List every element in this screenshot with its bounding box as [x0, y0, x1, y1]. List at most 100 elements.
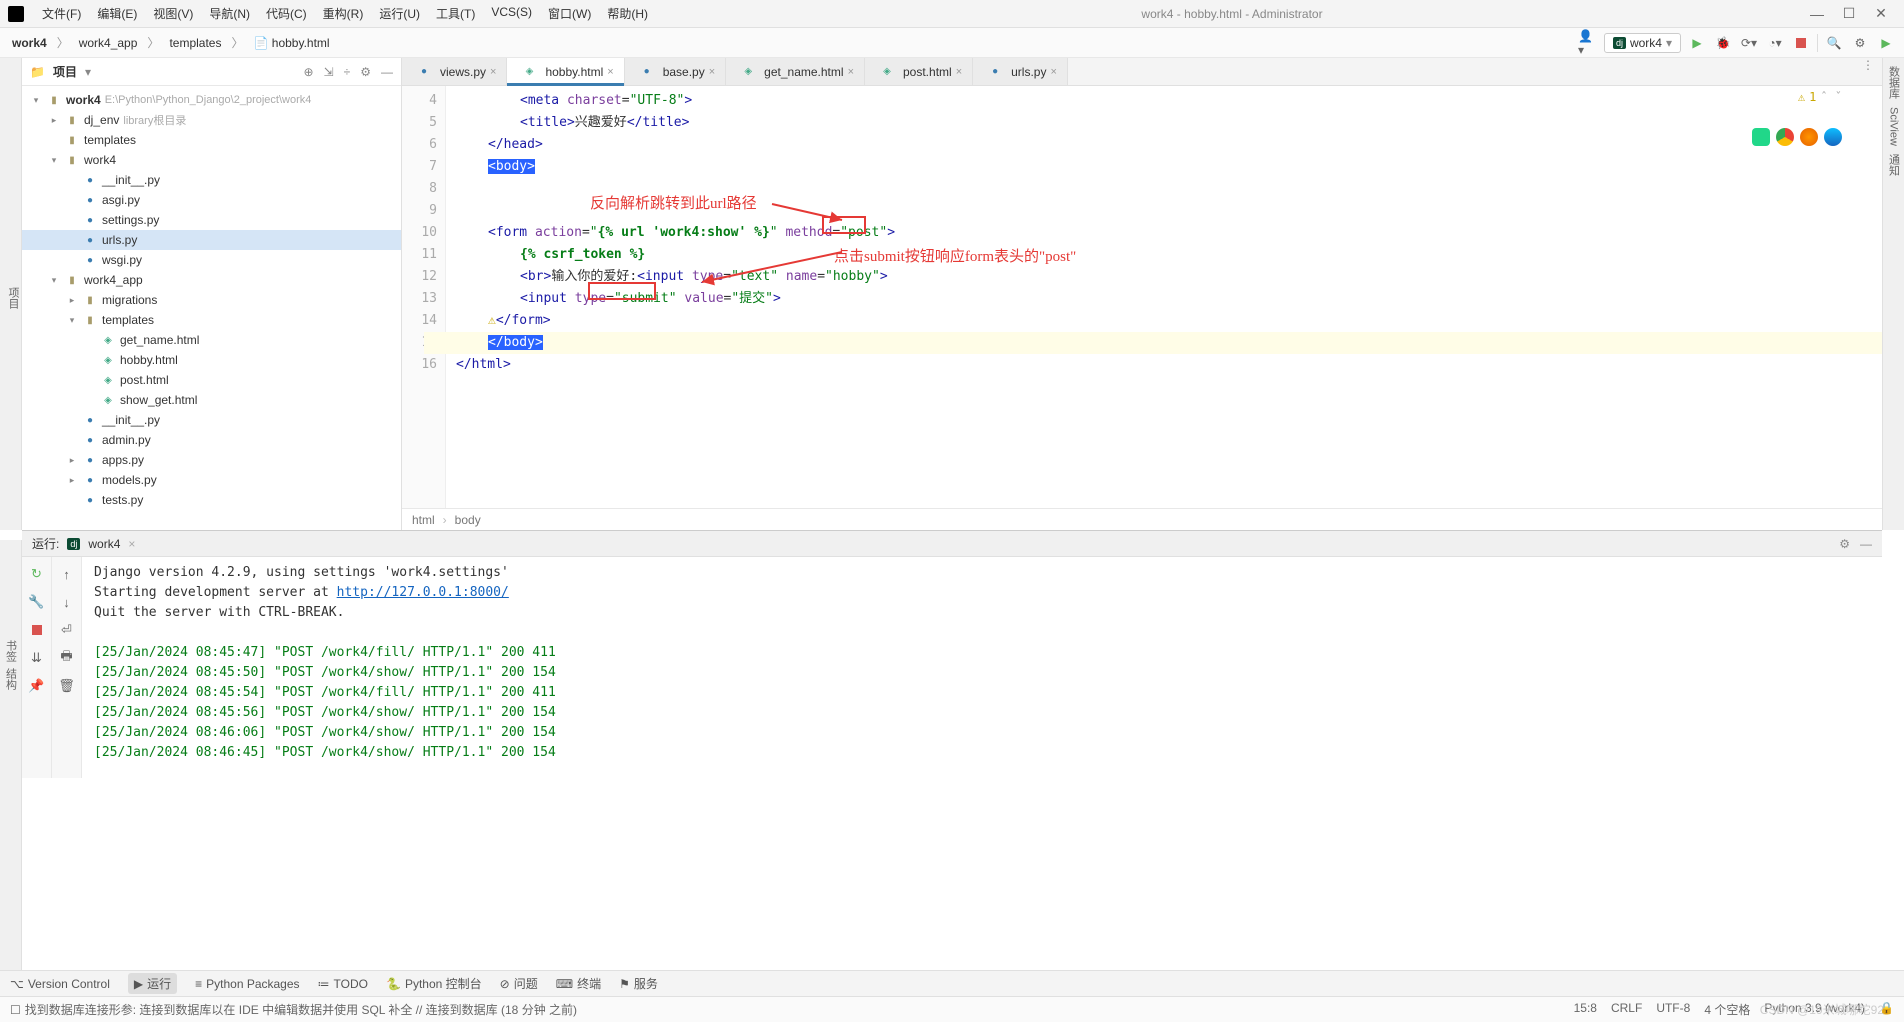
run-pin-button[interactable]: 📌 — [28, 677, 46, 695]
code-editor[interactable]: 45678910111213141516 <meta charset="UTF-… — [402, 86, 1882, 508]
tree-item[interactable]: ▸●apps.py — [22, 450, 401, 470]
bottom-tool-item[interactable]: ⚑ 服务 — [619, 975, 658, 992]
tree-item[interactable]: ●admin.py — [22, 430, 401, 450]
expand-icon[interactable]: ▸ — [48, 115, 60, 126]
project-tree[interactable]: ▾▮work4E:\Python\Python_Django\2_project… — [22, 86, 401, 530]
expand-icon[interactable]: ▾ — [48, 155, 60, 166]
ide-icon[interactable]: ▶ — [1876, 33, 1896, 53]
user-icon[interactable]: 👤▾ — [1578, 33, 1598, 53]
menu-item[interactable]: 帮助(H) — [601, 3, 654, 24]
right-tool-strip[interactable]: 数据库 SciView 通知 — [1882, 58, 1904, 530]
debug-button[interactable]: 🐞 — [1713, 33, 1733, 53]
server-url-link[interactable]: http://127.0.0.1:8000/ — [337, 585, 509, 600]
run-layout-button[interactable]: ⇊ — [28, 649, 46, 667]
console-output[interactable]: Django version 4.2.9, using settings 'wo… — [82, 557, 1882, 778]
status-item[interactable]: UTF-8 — [1656, 1001, 1690, 1018]
bottom-tool-item[interactable]: ▶ 运行 — [128, 973, 177, 994]
close-tab-icon[interactable]: × — [848, 66, 854, 78]
editor-tab[interactable]: ●views.py× — [402, 58, 507, 85]
right-strip-database[interactable]: 数据库 — [1886, 66, 1902, 99]
expand-icon[interactable]: ▾ — [66, 315, 78, 326]
tree-item[interactable]: ●asgi.py — [22, 190, 401, 210]
print-button[interactable]: 🖶 — [58, 649, 76, 667]
delete-button[interactable]: 🗑 — [58, 677, 76, 695]
right-strip-notify[interactable]: 通知 — [1886, 154, 1902, 176]
tree-item[interactable]: ▸▮migrations — [22, 290, 401, 310]
editor-tab[interactable]: ●base.py× — [625, 58, 726, 85]
run-button[interactable]: ▶ — [1687, 33, 1707, 53]
edge-icon[interactable] — [1824, 128, 1842, 146]
profile-button[interactable]: ◔▾ — [1765, 33, 1785, 53]
tree-item[interactable]: ▾▮work4E:\Python\Python_Django\2_project… — [22, 90, 401, 110]
rerun-button[interactable]: ↻ — [28, 565, 46, 583]
run-hide-icon[interactable]: — — [1860, 537, 1872, 551]
expand-icon[interactable]: ⇲ — [324, 65, 334, 79]
menu-item[interactable]: 重构(R) — [317, 3, 370, 24]
breadcrumb-item[interactable]: templates — [165, 34, 225, 52]
locate-icon[interactable]: ⊕ — [304, 65, 314, 79]
breadcrumb-item[interactable]: work4_app — [75, 34, 142, 52]
structure-label[interactable]: 结构 — [3, 668, 19, 690]
left-vstrip-lower[interactable]: 书签 结构 — [0, 540, 22, 970]
bottom-tool-item[interactable]: ⊘ 问题 — [500, 975, 538, 992]
tree-item[interactable]: ◈show_get.html — [22, 390, 401, 410]
pycharm-icon[interactable] — [1752, 128, 1770, 146]
editor-tab[interactable]: ◈hobby.html× — [507, 58, 624, 85]
search-icon[interactable]: 🔍 — [1824, 33, 1844, 53]
minimize-button[interactable]: — — [1810, 7, 1824, 21]
expand-icon[interactable]: ▸ — [66, 455, 78, 466]
right-strip-sciview[interactable]: SciView — [1888, 107, 1900, 146]
tree-item[interactable]: ◈get_name.html — [22, 330, 401, 350]
close-tab-icon[interactable]: × — [490, 66, 496, 78]
bottom-tool-item[interactable]: ⌥ Version Control — [10, 977, 110, 991]
chevron-down-icon[interactable]: ▾ — [85, 65, 91, 79]
menu-item[interactable]: 代码(C) — [260, 3, 313, 24]
close-tab-icon[interactable]: × — [956, 66, 962, 78]
close-run-tab[interactable]: × — [128, 537, 135, 551]
close-tab-icon[interactable]: × — [607, 66, 613, 78]
status-item[interactable]: Python 3.9 (work4) — [1764, 1001, 1865, 1018]
status-item[interactable]: 15:8 — [1574, 1001, 1597, 1018]
editor-tab[interactable]: ●urls.py× — [973, 58, 1068, 85]
chrome-icon[interactable] — [1776, 128, 1794, 146]
firefox-icon[interactable] — [1800, 128, 1818, 146]
settings-icon[interactable]: ⚙ — [1850, 33, 1870, 53]
tree-item[interactable]: ●urls.py — [22, 230, 401, 250]
wrap-button[interactable]: ⏎ — [58, 621, 76, 639]
code-breadcrumbs[interactable]: html › body — [402, 508, 1882, 530]
maximize-button[interactable]: ☐ — [1842, 7, 1856, 21]
run-tab-label[interactable]: work4 — [88, 537, 120, 551]
run-settings-button[interactable]: 🔧 — [28, 593, 46, 611]
hide-icon[interactable]: — — [381, 65, 393, 79]
left-tool-strip[interactable]: 项目 — [0, 58, 22, 530]
tree-item[interactable]: ●tests.py — [22, 490, 401, 510]
menu-item[interactable]: 窗口(W) — [542, 3, 597, 24]
gear-icon[interactable]: ⚙ — [360, 65, 371, 79]
close-tab-icon[interactable]: × — [709, 66, 715, 78]
tree-item[interactable]: ▮templates — [22, 130, 401, 150]
expand-icon[interactable]: ▸ — [66, 295, 78, 306]
tree-item[interactable]: ▾▮work4_app — [22, 270, 401, 290]
run-gear-icon[interactable]: ⚙ — [1839, 537, 1850, 551]
expand-icon[interactable]: ▸ — [66, 475, 78, 486]
stop-button[interactable] — [1791, 33, 1811, 53]
lock-icon[interactable]: 🔒 — [1879, 1001, 1894, 1018]
code-body[interactable]: <meta charset="UTF-8"> <title>兴趣爱好</titl… — [446, 86, 1882, 508]
menu-item[interactable]: 视图(V) — [147, 3, 199, 24]
bottom-tool-item[interactable]: 🐍 Python 控制台 — [386, 975, 482, 992]
inspection-badge[interactable]: ⚠ 1 ˆ ˇ — [1798, 90, 1842, 104]
menu-item[interactable]: 导航(N) — [203, 3, 256, 24]
menu-item[interactable]: 文件(F) — [36, 3, 87, 24]
menu-item[interactable]: 工具(T) — [430, 3, 481, 24]
run-config-selector[interactable]: dj work4 ▾ — [1604, 33, 1681, 53]
tree-item[interactable]: ◈post.html — [22, 370, 401, 390]
tree-item[interactable]: ●wsgi.py — [22, 250, 401, 270]
coverage-button[interactable]: ⟳▾ — [1739, 33, 1759, 53]
tree-item[interactable]: ▾▮work4 — [22, 150, 401, 170]
tabs-options-icon[interactable]: ⋮ — [1854, 58, 1882, 85]
status-item[interactable]: CRLF — [1611, 1001, 1642, 1018]
bottom-tool-item[interactable]: ⌨ 终端 — [556, 975, 601, 992]
editor-tab[interactable]: ◈post.html× — [865, 58, 973, 85]
expand-icon[interactable]: ▾ — [30, 95, 42, 106]
collapse-icon[interactable]: ÷ — [344, 65, 351, 79]
